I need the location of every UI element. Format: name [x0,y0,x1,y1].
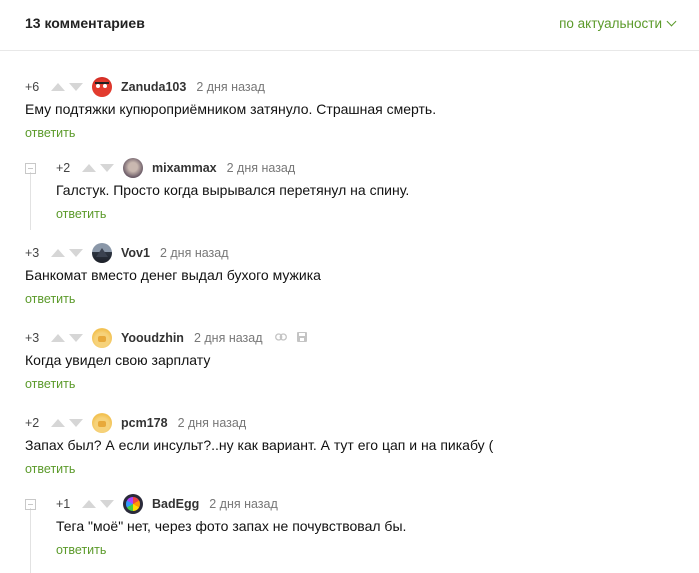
comment-rating: +6 [25,80,40,94]
save-icon[interactable] [296,331,307,345]
avatar[interactable] [92,413,112,433]
downvote-icon[interactable] [69,249,83,257]
link-icon[interactable] [274,332,287,344]
thread-line[interactable] [30,508,31,573]
chevron-down-icon [666,16,677,27]
upvote-icon[interactable] [51,249,65,257]
username[interactable]: pcm178 [121,416,168,430]
comment-rating: +2 [56,161,71,175]
avatar[interactable] [92,328,112,348]
upvote-icon[interactable] [82,500,96,508]
reply-link[interactable]: ответить [56,207,106,221]
reply-link[interactable]: ответить [25,462,75,476]
reply-link[interactable]: ответить [25,377,75,391]
sort-label: по актуальности [559,16,662,31]
sort-dropdown[interactable]: по актуальности [559,16,677,31]
downvote-icon[interactable] [69,334,83,342]
username[interactable]: mixammax [152,161,217,175]
avatar[interactable] [123,494,143,514]
comments-header: 13 комментариев по актуальности [0,0,699,51]
timestamp[interactable]: 2 дня назад [196,80,265,94]
upvote-icon[interactable] [82,164,96,172]
comment-rating: +3 [25,331,40,345]
username[interactable]: BadEgg [152,497,199,511]
collapse-thread-button[interactable] [25,163,36,174]
comment-text: Тега "моё" нет, через фото запах не почу… [56,518,407,534]
comment-rating: +3 [25,246,40,260]
comment-text: Ему подтяжки купюроприёмником затянуло. … [25,101,437,117]
thread-line[interactable] [30,172,31,230]
collapse-thread-button[interactable] [25,499,36,510]
downvote-icon[interactable] [100,500,114,508]
username[interactable]: Yooudzhin [121,331,184,345]
comment-text: Когда увидел свою зарплату [25,352,211,368]
avatar[interactable] [92,77,112,97]
comment-rating: +2 [25,416,40,430]
comments-count: 13 комментариев [25,15,145,31]
username[interactable]: Vov1 [121,246,150,260]
avatar[interactable] [92,243,112,263]
upvote-icon[interactable] [51,334,65,342]
reply-link[interactable]: ответить [25,292,75,306]
timestamp[interactable]: 2 дня назад [209,497,278,511]
avatar[interactable] [123,158,143,178]
timestamp[interactable]: 2 дня назад [194,331,263,345]
downvote-icon[interactable] [69,419,83,427]
comment-text: Галстук. Просто когда вырывался перетяну… [56,182,410,198]
timestamp[interactable]: 2 дня назад [178,416,247,430]
upvote-icon[interactable] [51,419,65,427]
timestamp[interactable]: 2 дня назад [227,161,296,175]
timestamp[interactable]: 2 дня назад [160,246,229,260]
reply-link[interactable]: ответить [25,126,75,140]
reply-link[interactable]: ответить [56,543,106,557]
downvote-icon[interactable] [69,83,83,91]
upvote-icon[interactable] [51,83,65,91]
username[interactable]: Zanuda103 [121,80,186,94]
comment-rating: +1 [56,497,71,511]
downvote-icon[interactable] [100,164,114,172]
comment-text: Банкомат вместо денег выдал бухого мужик… [25,267,321,283]
comment-text: Запах был? А если инсульт?..ну как вариа… [25,437,494,453]
